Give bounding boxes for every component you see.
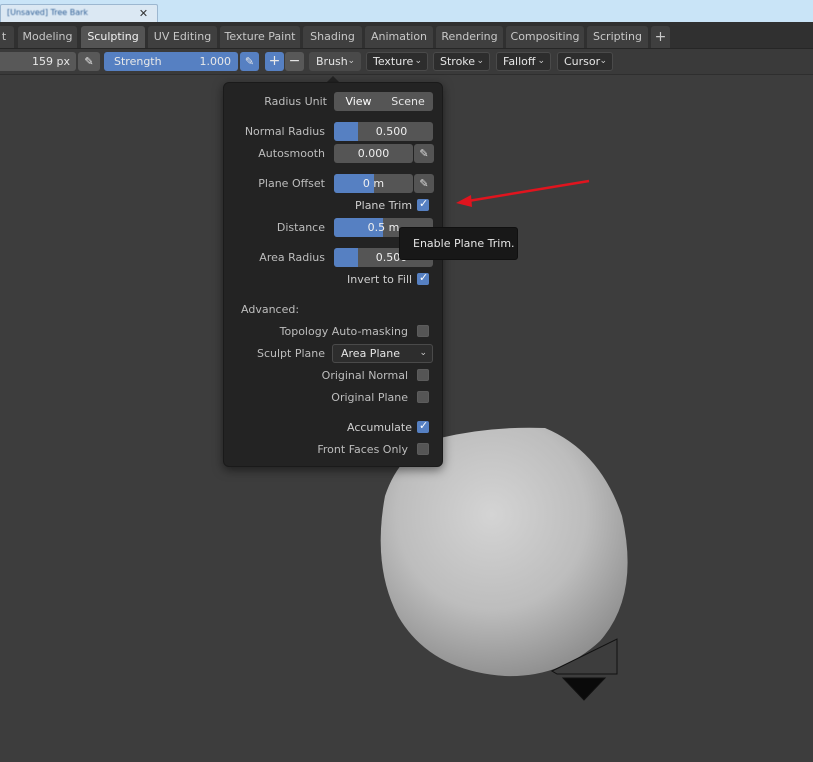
distance-label: Distance	[276, 221, 325, 234]
radius-value: 159 px	[32, 55, 70, 68]
brush-menu[interactable]: Brush ⌄	[309, 52, 361, 71]
tab-texture-paint[interactable]: Texture Paint	[220, 26, 300, 48]
front-faces-only-checkbox[interactable]	[417, 443, 429, 455]
radius-pressure-icon[interactable]: ✎	[78, 52, 100, 71]
plane-offset-value: 0 m	[362, 177, 385, 190]
tab-scripting[interactable]: Scripting	[587, 26, 648, 48]
chevron-down-icon: ⌄	[414, 56, 422, 66]
strength-pressure-icon[interactable]: ✎	[240, 52, 259, 71]
topology-automasking-checkbox[interactable]	[417, 325, 429, 337]
invert-to-fill-checkbox[interactable]	[417, 271, 429, 285]
add-workspace-button[interactable]: +	[651, 26, 670, 48]
tooltip-text: Enable Plane Trim.	[413, 237, 515, 250]
original-plane-label: Original Plane	[331, 391, 408, 404]
accumulate-label: Accumulate	[347, 421, 412, 434]
cursor-menu[interactable]: Cursor ⌄	[557, 52, 613, 71]
tab-shading[interactable]: Shading	[303, 26, 362, 48]
plane-offset-pressure-icon[interactable]: ✎	[414, 174, 434, 193]
chevron-down-icon: ⌄	[537, 56, 545, 66]
advanced-heading: Advanced:	[241, 303, 300, 316]
plane-trim-tooltip: Enable Plane Trim.	[399, 227, 518, 260]
workspace-tab-bar: t Modeling Sculpting UV Editing Texture …	[0, 22, 813, 49]
strength-label: Strength	[114, 55, 162, 68]
autosmooth-slider[interactable]: 0.000	[334, 144, 413, 163]
strength-value: 1.000	[199, 55, 232, 68]
radius-unit-label: Radius Unit	[264, 95, 327, 108]
cursor-menu-label: Cursor	[564, 55, 601, 68]
tab-sculpting[interactable]: Sculpting	[81, 26, 145, 48]
texture-menu-label: Texture	[373, 55, 414, 68]
original-normal-label: Original Normal	[321, 369, 408, 382]
chevron-down-icon: ⌄	[476, 56, 484, 66]
plane-trim-checkbox[interactable]	[417, 197, 429, 211]
original-plane-checkbox[interactable]	[417, 391, 429, 403]
normal-radius-slider[interactable]: 0.500	[334, 122, 433, 141]
front-faces-only-label: Front Faces Only	[317, 443, 408, 456]
area-radius-label: Area Radius	[259, 251, 325, 264]
autosmooth-pressure-icon[interactable]: ✎	[414, 144, 434, 163]
autosmooth-value: 0.000	[357, 147, 390, 160]
sculpt-plane-label: Sculpt Plane	[256, 347, 325, 360]
tab-animation[interactable]: Animation	[365, 26, 433, 48]
radius-unit-scene-button[interactable]: Scene	[383, 92, 433, 111]
tab-modeling[interactable]: Modeling	[18, 26, 77, 48]
stroke-menu-label: Stroke	[440, 55, 476, 68]
radius-field[interactable]: 159 px	[0, 52, 76, 71]
normal-radius-label: Normal Radius	[244, 125, 325, 138]
tool-header: 159 px ✎ Strength 1.000 ✎ + − Brush ⌄ Tex…	[0, 49, 813, 75]
window-tab[interactable]: [Unsaved] Tree Bark ✕	[0, 4, 158, 22]
falloff-menu-label: Falloff	[503, 55, 536, 68]
plane-offset-label: Plane Offset	[258, 177, 325, 190]
plane-trim-label: Plane Trim	[355, 199, 413, 212]
tab-layout[interactable]: t	[0, 26, 14, 48]
tab-uv-editing[interactable]: UV Editing	[148, 26, 217, 48]
annotation-arrowhead	[456, 195, 472, 207]
window-tab-title: [Unsaved] Tree Bark	[7, 8, 89, 17]
radius-unit-toggle: View Scene	[334, 92, 433, 111]
tab-compositing[interactable]: Compositing	[506, 26, 584, 48]
falloff-menu[interactable]: Falloff ⌄	[496, 52, 551, 71]
chevron-down-icon: ⌄	[419, 348, 427, 358]
close-icon[interactable]: ✕	[136, 7, 151, 20]
autosmooth-label: Autosmooth	[258, 147, 325, 160]
chevron-down-icon: ⌄	[347, 56, 355, 66]
annotation-arrow	[467, 179, 590, 203]
normal-radius-value: 0.500	[375, 125, 408, 138]
topology-automasking-label: Topology Auto-masking	[279, 325, 408, 338]
direction-subtract-button[interactable]: −	[285, 52, 304, 71]
strength-slider[interactable]: Strength 1.000	[104, 52, 238, 71]
direction-add-button[interactable]: +	[265, 52, 284, 71]
sculpt-plane-dropdown[interactable]: Area Plane ⌄	[332, 344, 433, 363]
radius-unit-view-button[interactable]: View	[334, 92, 383, 111]
plane-offset-slider[interactable]: 0 m	[334, 174, 413, 193]
tab-rendering[interactable]: Rendering	[436, 26, 503, 48]
texture-menu[interactable]: Texture ⌄	[366, 52, 428, 71]
sculpt-plane-value: Area Plane	[341, 347, 400, 360]
stroke-menu[interactable]: Stroke ⌄	[433, 52, 490, 71]
accumulate-checkbox[interactable]	[417, 419, 429, 433]
chevron-down-icon: ⌄	[599, 56, 607, 66]
brush-settings-popover: Radius Unit View Scene Normal Radius 0.5…	[223, 82, 443, 467]
brush-menu-label: Brush	[316, 55, 348, 68]
invert-to-fill-label: Invert to Fill	[347, 273, 413, 286]
original-normal-checkbox[interactable]	[417, 369, 429, 381]
